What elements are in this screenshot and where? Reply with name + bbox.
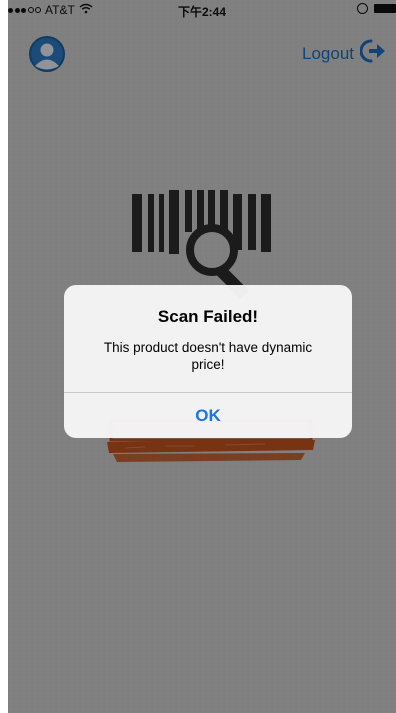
scan-failed-alert: Scan Failed! This product doesn't have d… <box>64 285 352 438</box>
alert-title: Scan Failed! <box>157 307 259 326</box>
alert-message: This product doesn't have dynamic price! <box>103 340 313 372</box>
app-screen: AT&T 下午2:44 Logout Scan Failed! This pro… <box>8 0 396 713</box>
ok-button[interactable]: OK <box>64 393 352 438</box>
